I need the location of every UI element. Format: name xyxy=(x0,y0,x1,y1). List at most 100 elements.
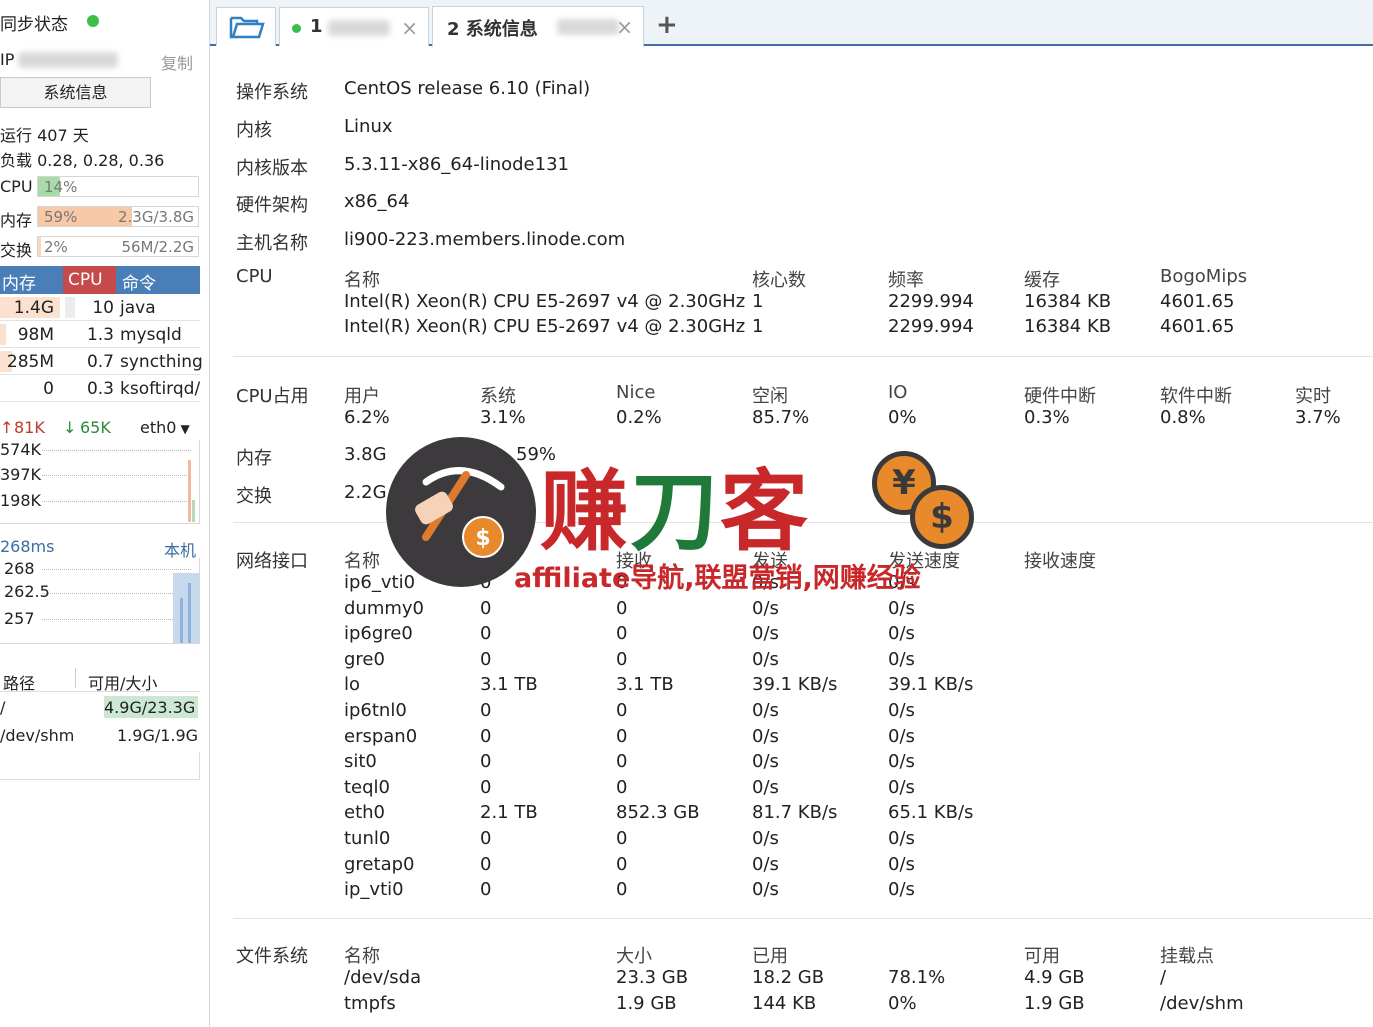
fs-header-size: 大小 xyxy=(616,946,652,967)
net-tx-speed: 0/s xyxy=(752,623,779,645)
close-icon[interactable]: × xyxy=(401,16,418,40)
cpu-name: Intel(R) Xeon(R) CPU E5-2697 v4 @ 2.30GH… xyxy=(344,291,746,312)
net-rx: 0 xyxy=(480,648,492,670)
fs-mount: /dev/shm xyxy=(1160,993,1244,1014)
net-interface-select[interactable]: eth0 ▼ xyxy=(140,418,190,437)
fs-header-avail: 可用 xyxy=(1024,946,1060,967)
net-iface-name: erspan0 xyxy=(344,725,418,747)
process-row[interactable]: 285M 0.7 syncthing xyxy=(0,348,203,375)
process-cmd: java xyxy=(120,298,156,318)
net-iface-name: gretap0 xyxy=(344,853,415,875)
net-tx: 0 xyxy=(616,853,628,875)
cpu-freq: 2299.994 xyxy=(888,316,974,337)
swap-total: 2.2G xyxy=(344,482,387,503)
grid-line xyxy=(42,450,191,451)
net-iface-name: sit0 xyxy=(344,751,377,773)
watermark-subtitle: affiliate导航,联盟营销,网赚经验 xyxy=(514,563,921,594)
swap-meter-pct: 2% xyxy=(44,238,68,256)
cpu-usage-header: 空闲 xyxy=(752,386,788,407)
net-iface-name: ip_vti0 xyxy=(344,879,404,901)
process-cpu-bar xyxy=(65,297,75,318)
chevron-down-icon: ▼ xyxy=(180,422,190,436)
net-tx: 3.1 TB xyxy=(616,674,674,696)
net-rx: 0 xyxy=(480,597,492,619)
process-cpu: 1.3 xyxy=(86,325,114,345)
net-tx-speed: 0/s xyxy=(752,700,779,721)
fs-header-path[interactable]: 路径 xyxy=(3,670,35,694)
fs-row[interactable]: / 4.9G/23.3G xyxy=(0,696,200,722)
process-cpu: 10 xyxy=(92,298,114,318)
process-mem: 0 xyxy=(43,379,54,399)
net-traffic-bar xyxy=(192,500,195,522)
open-folder-button[interactable] xyxy=(216,7,276,46)
latency-axis-tick: 268 xyxy=(4,559,35,578)
net-iface-name: eth0 xyxy=(344,802,385,824)
net-tx: 0 xyxy=(616,828,628,849)
fs-used-pct: 78.1% xyxy=(888,967,946,988)
cpu-header-cache: 缓存 xyxy=(1024,270,1060,291)
add-tab-icon[interactable]: + xyxy=(656,10,678,40)
sync-status-label: 同步状态 xyxy=(0,15,68,35)
net-axis-tick: 397K xyxy=(0,465,42,484)
process-row[interactable]: 98M 1.3 mysqld xyxy=(0,321,200,348)
net-tx: 0 xyxy=(616,700,628,721)
net-iface-name: lo xyxy=(344,674,361,696)
sync-status-dot xyxy=(87,15,99,27)
dollar-coin-icon: $ xyxy=(910,485,974,549)
mem-meter: 59% 2.3G/3.8G xyxy=(37,206,199,227)
grid-line xyxy=(42,475,191,476)
latency-chart: 268 262.5 257 xyxy=(0,558,200,644)
net-rx-speed: 0/s xyxy=(888,879,915,901)
connected-dot xyxy=(292,24,301,33)
swap-meter: 2% 56M/2.2G xyxy=(37,236,199,257)
cpu-meter-label: CPU xyxy=(0,177,33,196)
net-axis-tick: 574K xyxy=(0,440,42,459)
net-tx-speed: 0/s xyxy=(752,648,779,670)
system-info-button[interactable]: 系统信息 xyxy=(0,77,151,108)
net-tx: 852.3 GB xyxy=(616,802,700,824)
tab-label-redacted xyxy=(557,19,619,35)
fs-row[interactable]: /dev/shm 1.9G/1.9G xyxy=(0,724,200,750)
watermark-title-b: 刀 xyxy=(630,459,721,563)
cpu-usage-label: CPU占用 xyxy=(236,386,309,407)
close-icon[interactable]: × xyxy=(616,15,633,39)
fs-size: 4.9G/23.3G xyxy=(104,698,196,717)
net-tx-speed: 0/s xyxy=(752,879,779,901)
swap-meter-amount: 56M/2.2G xyxy=(121,238,194,256)
cpu-usage-value: 0.2% xyxy=(616,407,662,428)
net-down-arrow-icon: ↓ xyxy=(63,418,77,437)
net-rx: 0 xyxy=(480,751,492,773)
net-iface-name: gre0 xyxy=(344,648,385,670)
tab-system-info[interactable]: 2 系统信息 × xyxy=(432,6,644,47)
process-mem: 98M xyxy=(17,325,54,345)
memory-label: 内存 xyxy=(236,448,272,469)
process-cpu: 0.7 xyxy=(86,352,114,372)
latency-value: 268ms xyxy=(0,537,55,556)
net-header-name: 名称 xyxy=(344,551,380,572)
cpu-freq: 2299.994 xyxy=(888,291,974,312)
process-header-cmd[interactable]: 命令 xyxy=(122,269,156,294)
grid-line xyxy=(42,619,191,620)
latency-axis-tick: 257 xyxy=(4,609,35,628)
uptime: 运行 407 天 xyxy=(0,126,89,145)
cpu-usage-header: 用户 xyxy=(344,386,380,407)
process-header-cpu[interactable]: CPU xyxy=(63,266,116,294)
cpu-usage-value: 3.1% xyxy=(480,407,526,428)
process-row[interactable]: 1.4G 10 java xyxy=(0,294,200,321)
latency-bar xyxy=(180,598,183,643)
net-header-rx-speed: 接收速度 xyxy=(1024,551,1096,572)
tab-session-1[interactable]: 1 × xyxy=(279,7,429,46)
grid-line xyxy=(42,501,191,502)
divider xyxy=(233,918,1373,919)
net-tx: 0 xyxy=(616,648,628,670)
folder-icon xyxy=(229,16,265,39)
process-table: 1.4G 10 java 98M 1.3 mysqld 285M 0.7 syn… xyxy=(0,294,203,402)
fs-header-size[interactable]: 可用/大小 xyxy=(88,670,157,694)
copy-button[interactable]: 复制 xyxy=(161,50,193,74)
net-rx-speed: 0/s xyxy=(888,853,915,875)
process-header-mem[interactable]: 内存 xyxy=(2,269,36,294)
net-up-rate: 81K xyxy=(14,418,45,437)
arch-value: x86_64 xyxy=(344,191,410,212)
fs-header-divider xyxy=(75,668,76,688)
process-row[interactable]: 0 0.3 ksoftirqd/ xyxy=(0,375,200,402)
